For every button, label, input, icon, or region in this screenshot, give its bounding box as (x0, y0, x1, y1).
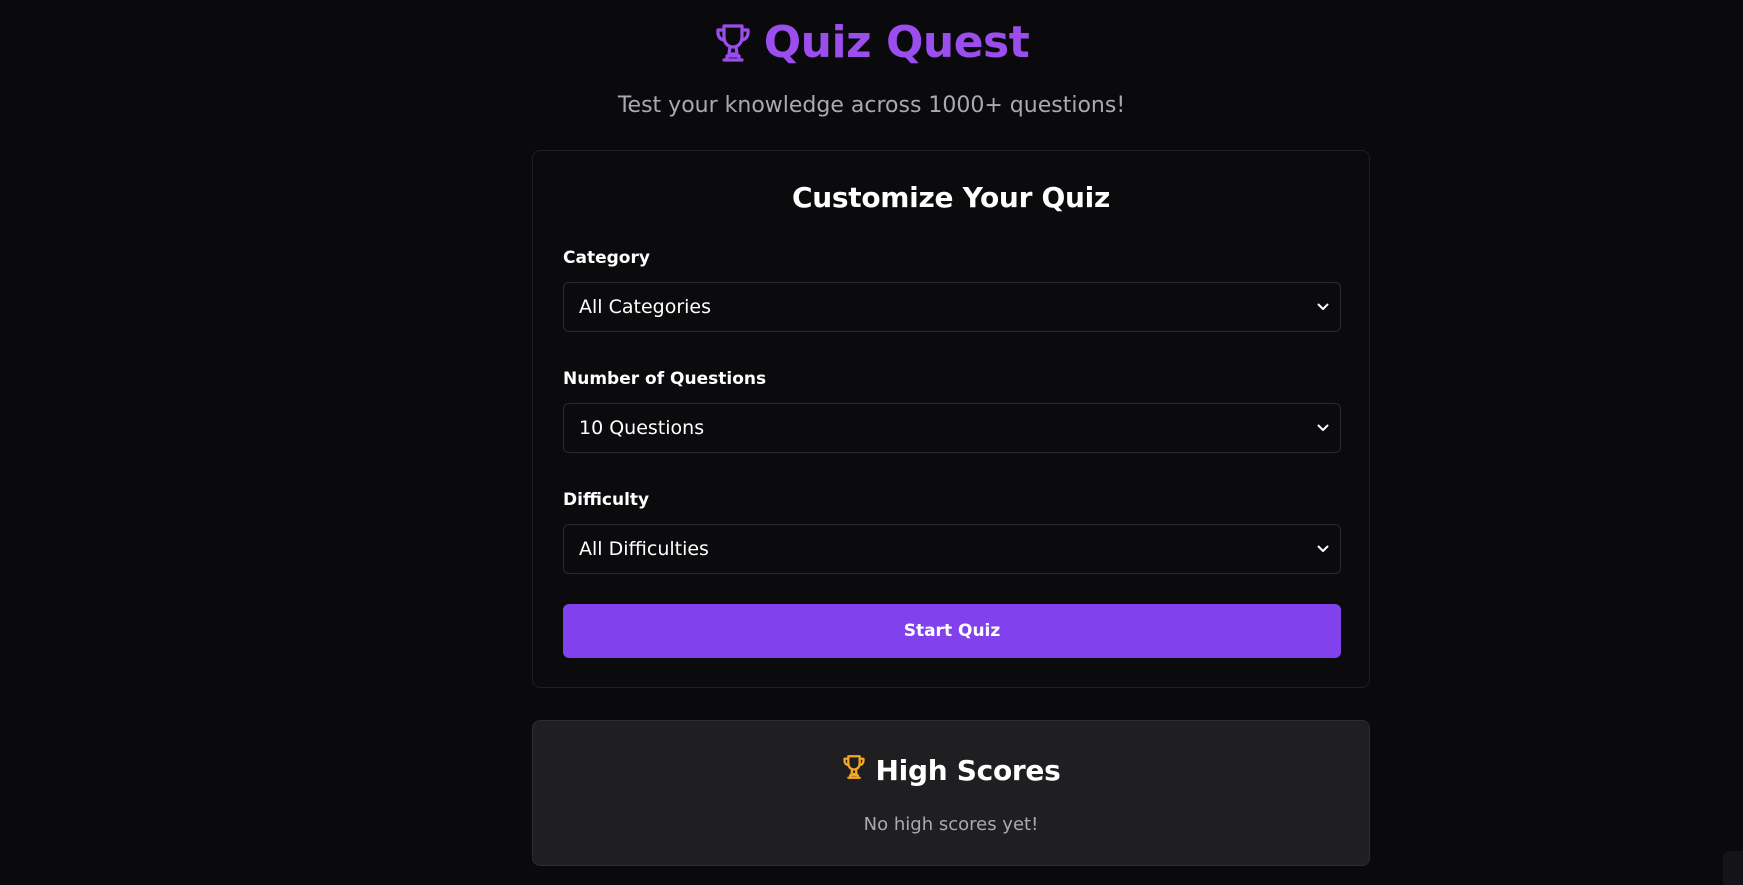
app-title: Quiz Quest (714, 14, 1030, 72)
high-scores-card: High Scores No high scores yet! (532, 720, 1370, 866)
customize-quiz-title: Customize Your Quiz (792, 181, 1110, 214)
category-select-value: All Categories (579, 296, 712, 318)
chevron-down-icon (1316, 300, 1330, 314)
trophy-icon (714, 23, 752, 63)
high-scores-title: High Scores (533, 753, 1369, 789)
question-count-select[interactable]: 10 Questions (563, 403, 1341, 453)
category-label: Category (563, 248, 650, 268)
quiz-page: Quiz Quest Test your knowledge across 10… (0, 0, 1743, 885)
trophy-icon (842, 753, 866, 789)
chevron-down-icon (1316, 542, 1330, 556)
app-subtitle: Test your knowledge across 1000+ questio… (617, 93, 1126, 118)
high-scores-empty-text: No high scores yet! (863, 814, 1039, 835)
chevron-down-icon (1316, 421, 1330, 435)
app-title-text: Quiz Quest (763, 17, 1030, 68)
question-count-label: Number of Questions (563, 369, 767, 389)
customize-quiz-card: Customize Your Quiz Category All Categor… (532, 150, 1370, 688)
difficulty-label: Difficulty (563, 490, 650, 510)
header: Quiz Quest Test your knowledge across 10… (0, 14, 1743, 120)
start-quiz-button[interactable]: Start Quiz (563, 604, 1341, 658)
corner-widget[interactable] (1723, 851, 1743, 885)
high-scores-title-text: High Scores (875, 754, 1061, 787)
category-select[interactable]: All Categories (563, 282, 1341, 332)
question-count-select-value: 10 Questions (579, 417, 705, 439)
difficulty-select-value: All Difficulties (579, 538, 709, 560)
difficulty-select[interactable]: All Difficulties (563, 524, 1341, 574)
